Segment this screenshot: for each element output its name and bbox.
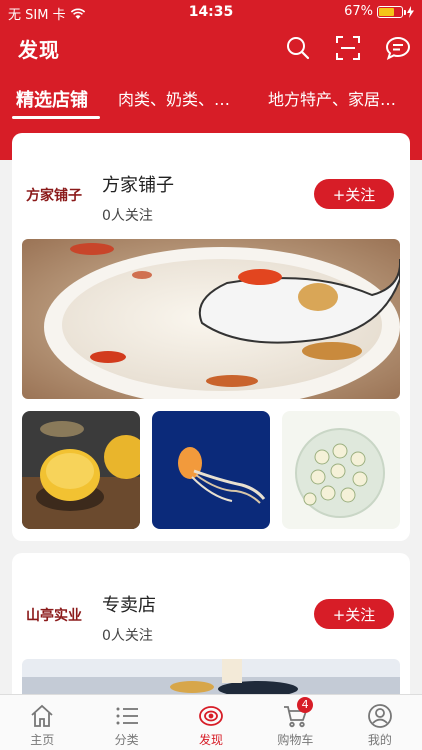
nav-category[interactable]: 分类 [84, 695, 168, 750]
shop-hero-image[interactable] [22, 659, 400, 694]
shop-name[interactable]: 方家铺子 [102, 171, 174, 197]
nav-label: 主页 [30, 733, 55, 747]
nav-label: 购物车 [277, 733, 314, 747]
profile-icon [367, 704, 392, 728]
nav-cart[interactable]: 4 购物车 [253, 695, 337, 750]
nav-label: 我的 [367, 733, 392, 747]
shop-logo: 方家铺子 [26, 188, 82, 204]
shop-card[interactable]: 方家铺子 方家铺子 0人关注 +关注 [12, 133, 410, 541]
battery-percent: 67% [344, 4, 373, 19]
shop-thumbnail-2[interactable] [152, 411, 270, 529]
nav-profile[interactable]: 我的 [338, 695, 422, 750]
battery-status: 67% [344, 4, 414, 19]
nav-label: 分类 [114, 733, 139, 747]
follower-count: 0人关注 [102, 628, 153, 644]
discover-icon [199, 706, 223, 726]
shop-thumbnail-3[interactable] [282, 411, 400, 529]
tab-local-specialties[interactable]: 地方特产、家居… [268, 86, 408, 110]
shop-card[interactable]: 山亭实业 专卖店 0人关注 +关注 [12, 553, 410, 694]
title-bar: 发现 [0, 26, 422, 70]
nav-label: 发现 [199, 733, 224, 747]
bottom-nav: 主页 分类 发现 4 购物车 我的 [0, 694, 422, 750]
tab-featured-shops[interactable]: 精选店铺 [16, 86, 88, 112]
list-icon [116, 707, 138, 725]
follow-button[interactable]: +关注 [314, 599, 394, 629]
scan-icon[interactable] [334, 34, 362, 62]
nav-home[interactable]: 主页 [0, 695, 84, 750]
shop-thumbnail-1[interactable] [22, 411, 140, 529]
follow-button[interactable]: +关注 [314, 179, 394, 209]
battery-icon [377, 5, 406, 18]
shop-name[interactable]: 专卖店 [102, 591, 156, 617]
search-icon[interactable] [284, 34, 312, 62]
tab-meat-dairy[interactable]: 肉类、奶类、… [118, 86, 240, 110]
shop-hero-image[interactable] [22, 239, 400, 399]
status-bar: 无 SIM 卡 14:35 67% [0, 0, 422, 24]
cart-badge: 4 [297, 697, 314, 713]
battery-level [379, 7, 394, 16]
home-icon [31, 704, 53, 727]
message-icon[interactable] [384, 34, 412, 62]
shop-logo: 山亭实业 [26, 608, 82, 624]
page-title: 发现 [18, 38, 60, 62]
active-tab-indicator [12, 116, 100, 119]
follower-count: 0人关注 [102, 208, 153, 224]
nav-discover[interactable]: 发现 [169, 695, 253, 750]
charging-icon [407, 5, 414, 18]
